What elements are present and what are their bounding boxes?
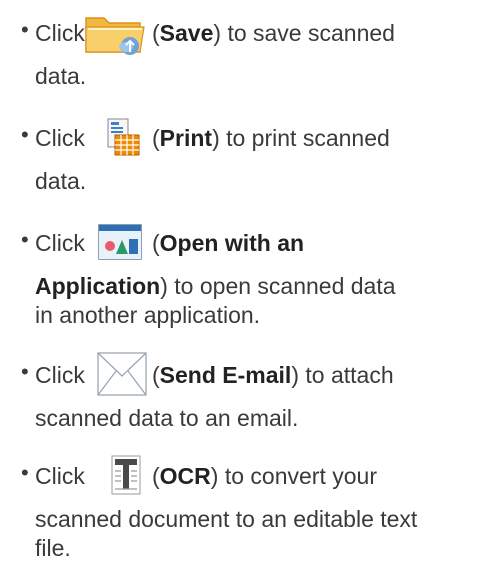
print-line-2: data. bbox=[35, 168, 87, 194]
ocr-text-icon bbox=[111, 455, 141, 495]
save-folder-icon bbox=[85, 17, 145, 55]
open-label-line-2: Application bbox=[35, 273, 161, 299]
open-label-line-1: Open with an bbox=[159, 230, 305, 256]
bullet: • bbox=[21, 122, 29, 147]
bullet: • bbox=[21, 17, 29, 42]
open-line-1: Click bbox=[35, 230, 85, 256]
save-line-1-rest: (Save) to save scanned bbox=[152, 20, 395, 46]
open-line-1-rest: (Open with an bbox=[152, 230, 305, 256]
click-text: Click bbox=[35, 20, 85, 46]
ocr-line-1-rest: (OCR) to convert your bbox=[152, 463, 377, 489]
open-line-2: Application) to open scanned data bbox=[35, 273, 396, 299]
print-line-1: Click bbox=[35, 125, 85, 151]
open-line-3: in another application. bbox=[35, 302, 261, 328]
open-application-icon bbox=[98, 224, 142, 260]
bullet: • bbox=[21, 227, 29, 252]
bullet: • bbox=[21, 460, 29, 485]
email-line-1-rest: (Send E-mail) to attach bbox=[152, 362, 394, 388]
ocr-line-1: Click bbox=[35, 463, 85, 489]
ocr-label: OCR bbox=[159, 463, 211, 489]
email-label: Send E-mail bbox=[159, 362, 292, 388]
bullet: • bbox=[21, 359, 29, 384]
print-line-1-rest: (Print) to print scanned bbox=[152, 125, 390, 151]
print-icon bbox=[107, 118, 140, 156]
email-line-2: scanned data to an email. bbox=[35, 405, 299, 431]
ocr-line-3: file. bbox=[35, 535, 71, 561]
print-label: Print bbox=[159, 125, 213, 151]
save-line-1: Click bbox=[35, 20, 85, 47]
save-label: Save bbox=[159, 20, 214, 46]
email-line-1: Click bbox=[35, 362, 85, 388]
email-envelope-icon bbox=[97, 352, 147, 396]
ocr-line-2: scanned document to an editable text bbox=[35, 506, 418, 532]
save-line-2: data. bbox=[35, 63, 87, 89]
